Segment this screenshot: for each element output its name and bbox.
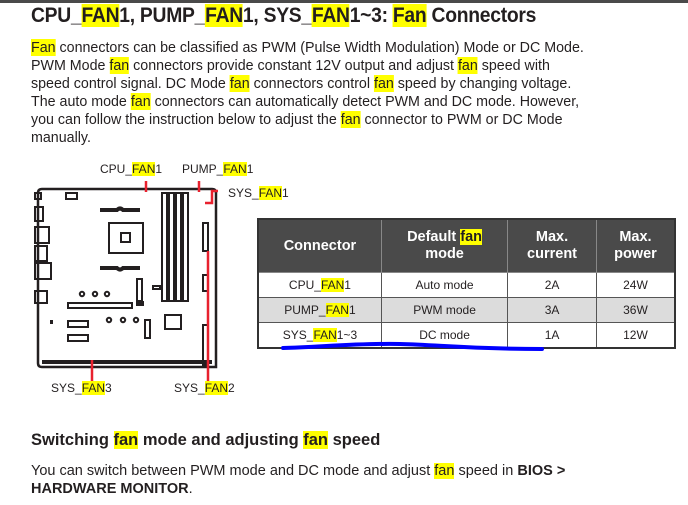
text: mode and adjusting [138,431,304,449]
text: PUMP_ [284,303,326,317]
table-row: SYS_FAN1~3 DC mode 1A 12W [257,322,676,349]
cell-connector: PUMP_FAN1 [257,297,382,323]
text: Max. [535,229,569,245]
label-sys-fan2: SYS_FAN2 [174,381,235,395]
search-highlight: FAN [325,303,349,317]
search-highlight: fan [460,229,482,245]
title-text: Connectors [426,4,537,27]
search-highlight: FAN [320,278,345,292]
search-highlight: fan [457,57,478,74]
search-highlight: Fan [31,39,56,56]
cell-power: 24W [595,272,676,298]
search-highlight: FAN [313,328,337,342]
text: SYS_ [51,381,82,395]
search-highlight: Fan [392,4,427,27]
text: You can switch between PWM mode and DC m… [31,463,435,479]
search-highlight: FAN [81,381,106,395]
title-text: CPU_ [31,4,82,27]
search-highlight: FAN [311,4,350,27]
text: current [527,246,578,262]
cell-current: 2A [507,272,597,298]
search-highlight: FAN [204,381,229,395]
text: 1 [282,186,289,200]
cell-mode: DC mode [380,322,509,349]
table-header-row: Connector Default fan mode Max. current Ma… [257,218,676,273]
search-highlight: fan [130,93,151,110]
search-highlight: fan [113,431,139,449]
text: 1 [348,303,356,317]
text: CPU_ [100,162,133,176]
search-highlight: FAN [223,162,247,176]
text: 2 [228,381,235,395]
search-highlight: FAN [132,162,156,176]
search-highlight: fan [303,431,329,449]
cell-current: 3A [507,297,597,323]
cell-mode: Auto mode [380,272,509,298]
cell-mode: PWM mode [380,297,509,323]
text: 3 [105,381,112,395]
cell-connector: CPU_FAN1 [257,272,382,298]
text: connectors control [249,75,374,92]
search-highlight: FAN [258,186,283,200]
text: 1 [155,162,163,176]
text: Switching [31,431,114,449]
title-text: 1, PUMP_ [119,4,206,27]
text: SYS_ [282,328,314,342]
cell-power: 12W [595,322,676,349]
title-text: 1, SYS_ [242,4,312,27]
text: 1~3 [336,328,358,342]
section-title: Switching fan mode and adjusting fan spe… [31,431,380,450]
text: 1 [246,162,254,176]
top-border [0,0,688,3]
text: . [188,481,193,497]
header-max-power: Max. power [595,218,676,273]
table-row: PUMP_FAN1 PWM mode 3A 36W [257,297,676,323]
label-cpu-fan1: CPU_FAN1 [100,162,162,176]
intro-paragraph: Fan connectors can be classified as PWM … [31,39,658,147]
title-text: 1~3: [349,4,393,27]
header-connector: Connector [257,218,382,273]
section-body: You can switch between PWM mode and DC m… [31,462,671,498]
search-highlight: fan [434,463,455,479]
search-highlight: FAN [81,4,120,27]
text: SYS_ [174,381,205,395]
cell-connector: SYS_FAN1~3 [257,322,382,349]
search-highlight: fan [340,111,361,128]
label-sys-fan3: SYS_FAN3 [51,381,112,395]
search-highlight: fan [109,57,130,74]
search-highlight: FAN [205,4,243,27]
text: mode [425,246,464,262]
text: PUMP_ [182,162,224,176]
label-sys-fan1: SYS_FAN1 [228,186,289,200]
text: 1 [344,278,351,292]
header-max-current: Max. current [507,218,597,273]
table-row: CPU_FAN1 Auto mode 2A 24W [257,272,676,298]
text: CPU_ [288,278,321,292]
text: speed in [454,463,518,479]
search-highlight: fan [229,75,250,92]
text: power [614,246,657,262]
text: Default [407,229,461,245]
text: speed [328,431,381,449]
label-pump-fan1: PUMP_FAN1 [182,162,253,176]
header-default-mode: Default fan mode [380,218,509,273]
page-title: CPU_FAN1, PUMP_FAN1, SYS_FAN1~3: Fan Con… [31,4,536,28]
text: connectors provide constant 12V output a… [129,57,458,74]
search-highlight: fan [373,75,394,92]
text: SYS_ [228,186,259,200]
fan-connector-table: Connector Default fan mode Max. current Ma… [257,218,676,349]
cell-current: 1A [507,322,597,349]
cell-power: 36W [595,297,676,323]
text: Max. [619,229,652,245]
